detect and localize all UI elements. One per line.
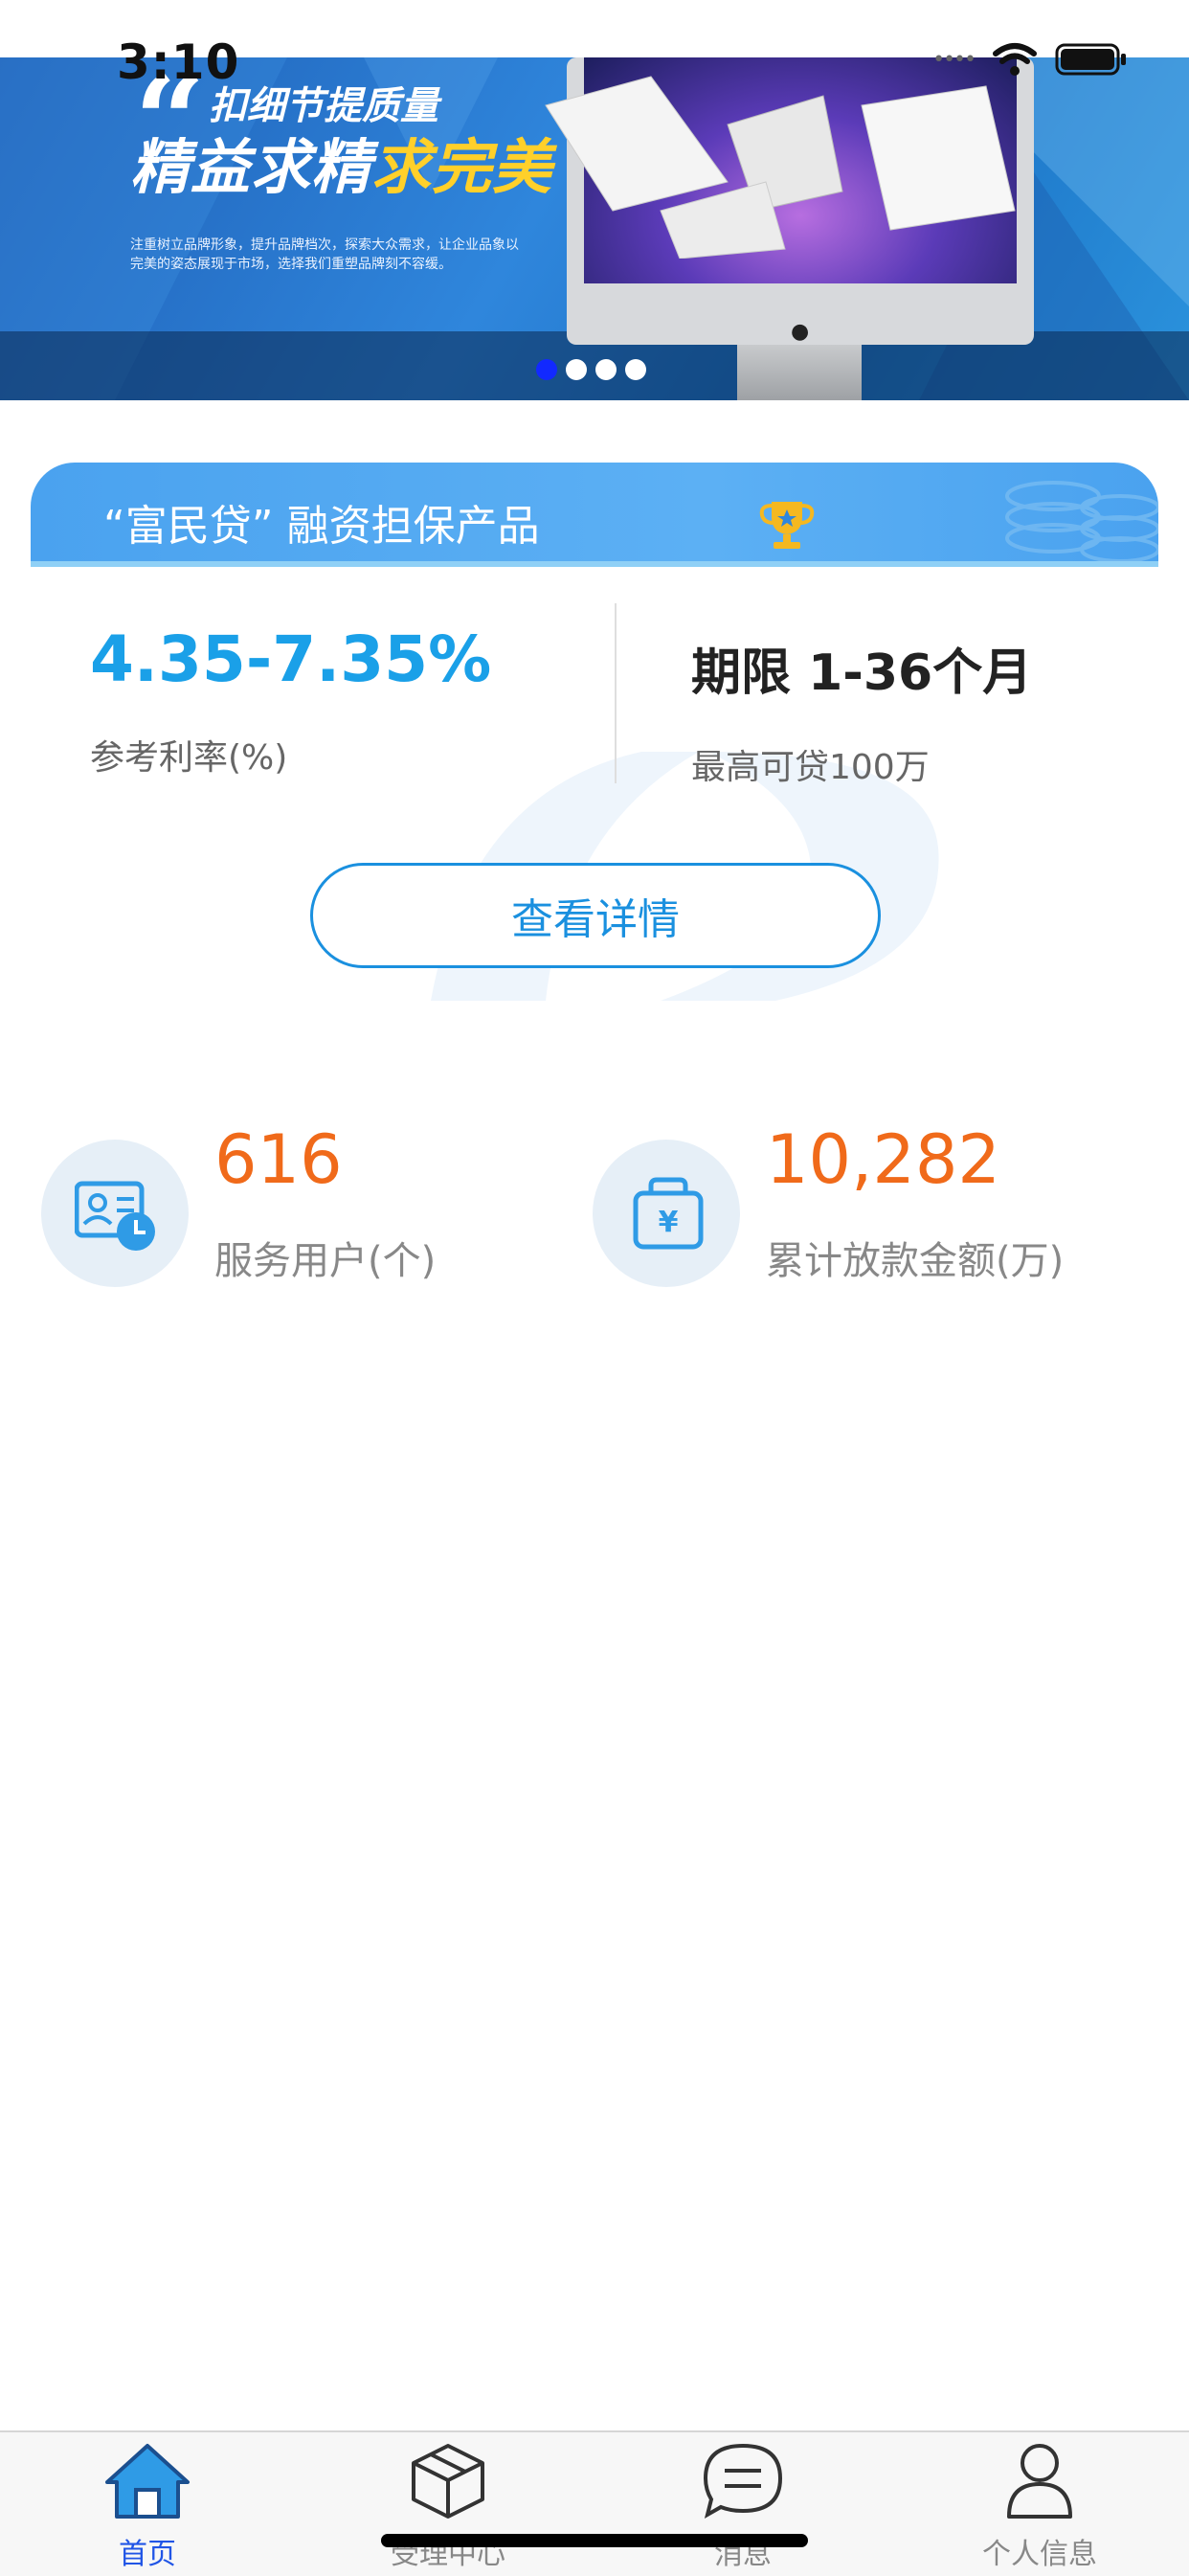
home-indicator[interactable] [381,2534,808,2547]
rate-value: 4.35-7.35% [90,622,492,696]
banner-headline-2-accent: 求完美 [371,132,553,202]
tab-messages[interactable]: 消息 [647,2440,839,2572]
tab-acceptance-center[interactable]: 受理中心 [352,2440,544,2572]
carousel-dot-2[interactable] [566,359,587,380]
tab-home[interactable]: 首页 [52,2440,243,2572]
coins-icon [1005,481,1158,563]
product-title: “富民贷” 融资担保产品 [103,502,540,551]
monitor-stand [737,345,862,400]
apple-logo-icon: ● [791,320,810,344]
rate-label: 参考利率(%) [90,738,288,778]
banner-headline-2-main: 精益求精 [130,132,372,202]
card-divider [615,603,617,783]
view-details-button[interactable]: 查看详情 [310,863,881,968]
loan-amount-label: 累计放款金额(万) [766,1239,1065,1283]
carousel-dot-3[interactable] [595,359,617,380]
message-icon [703,2443,783,2520]
max-loan: 最高可贷100万 [691,748,930,787]
banner-small-text: 注重树立品牌形象，提升品牌档次，探索大众需求，让企业品象以完美的姿态展现于市场，… [130,237,519,272]
served-users-label: 服务用户(个) [214,1239,437,1283]
served-users-count: 616 [214,1120,343,1199]
tab-profile-label: 个人信息 [982,2538,1097,2571]
svg-text:¥: ¥ [659,1206,679,1239]
paper-sheets-image [545,76,1016,259]
cellular-signal-icon: •••• [932,47,976,72]
carousel-dot-4[interactable] [625,359,646,380]
status-icons: •••• [932,42,1128,77]
yuan-wallet-icon: ¥ [633,1177,704,1250]
product-card-underline [31,561,1158,567]
battery-icon [1055,43,1126,76]
loan-term: 期限 1-36个月 [691,644,1033,702]
home-icon [105,2444,190,2519]
user-card-clock-icon [75,1181,155,1251]
banner-headline-2: 精益求精求完美 [130,119,552,205]
carousel-dot-1[interactable] [536,359,557,380]
tab-home-label: 首页 [119,2538,176,2571]
status-time: 3:10 [117,34,240,90]
carousel-dots [536,359,646,380]
box-icon [412,2444,484,2519]
person-icon [1007,2444,1072,2519]
tab-profile[interactable]: 个人信息 [944,2440,1135,2572]
trophy-icon [759,502,815,549]
wifi-icon [993,43,1037,76]
loan-amount-total: 10,282 [766,1120,1000,1199]
